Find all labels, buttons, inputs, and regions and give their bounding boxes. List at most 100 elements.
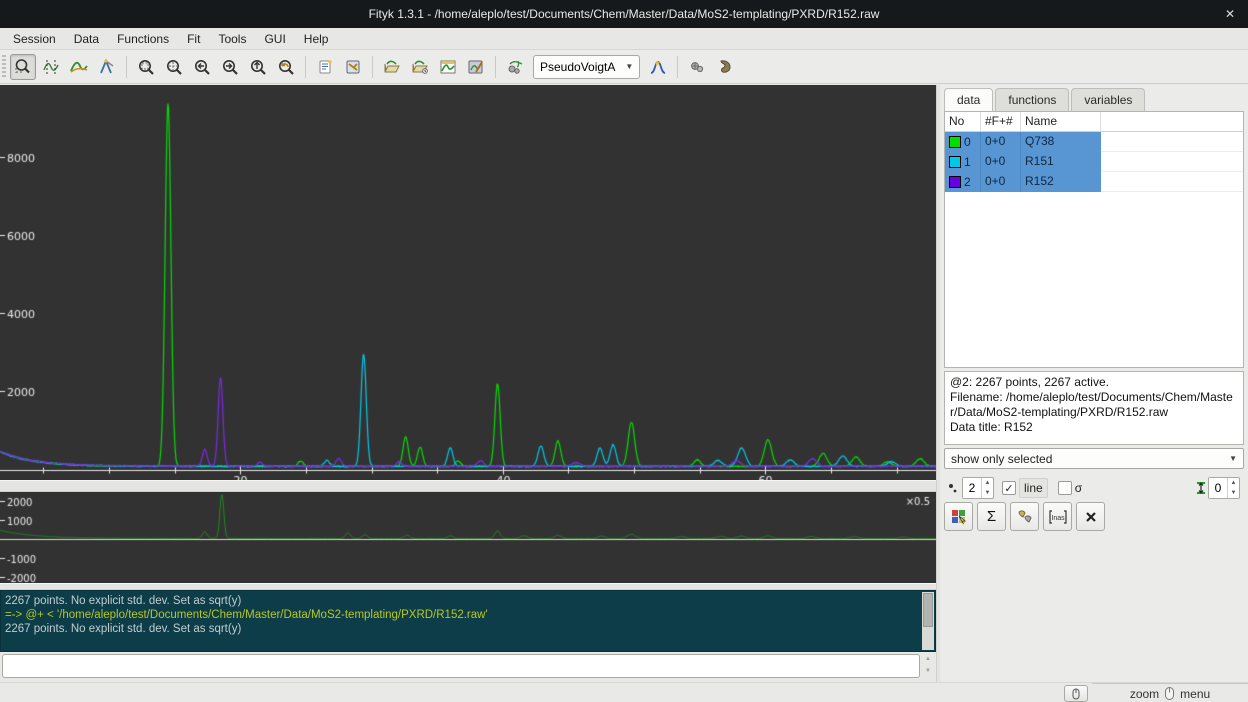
- data-range-mode-button[interactable]: [38, 54, 64, 80]
- zoom-mode-button[interactable]: [10, 54, 36, 80]
- aux-plot-canvas[interactable]: [0, 492, 936, 583]
- shift-value[interactable]: [1209, 478, 1227, 498]
- sum-button[interactable]: Σ: [977, 502, 1006, 531]
- data-title-button[interactable]: Inas: [1043, 502, 1072, 531]
- fityk-window: Fityk 1.3.1 - /home/aleplo/test/Document…: [0, 0, 1248, 702]
- status-bar: zoom menu: [0, 682, 1248, 702]
- column-header-f[interactable]: #F+#: [981, 112, 1021, 131]
- open-recent-button[interactable]: [407, 54, 433, 80]
- zoom-fit-button[interactable]: [161, 54, 187, 80]
- open-data-icon: [383, 58, 401, 76]
- dataset-f-count: 0+0: [981, 152, 1021, 172]
- status-config-button[interactable]: [1064, 685, 1088, 702]
- zoom-right-icon: [221, 58, 239, 76]
- menu-bar: Session Data Functions Fit Tools GUI Hel…: [0, 28, 1248, 50]
- console-splitter[interactable]: [0, 583, 936, 590]
- arrow-up-icon[interactable]: ▲: [1228, 478, 1239, 488]
- column-header-name[interactable]: Name: [1021, 112, 1101, 131]
- close-icon[interactable]: ✕: [1222, 6, 1238, 22]
- menu-session[interactable]: Session: [4, 30, 65, 48]
- menu-data[interactable]: Data: [65, 30, 108, 48]
- main-plot-canvas[interactable]: [0, 85, 936, 480]
- data-range-mode-icon: [42, 58, 60, 76]
- arrow-down-icon[interactable]: ▼: [1228, 488, 1239, 498]
- toolbar-separator: [305, 56, 306, 78]
- shift-spinner[interactable]: ▲▼: [1208, 477, 1240, 499]
- toolbar-separator: [677, 56, 678, 78]
- color-grid-icon: [950, 508, 968, 526]
- fit-run-button[interactable]: [712, 54, 738, 80]
- data-transform-button[interactable]: [502, 54, 528, 80]
- zoom-all-icon: [137, 58, 155, 76]
- script-editor-button[interactable]: [463, 54, 489, 80]
- table-row[interactable]: 0 0+0 Q738: [945, 132, 1243, 152]
- background-mode-button[interactable]: [66, 54, 92, 80]
- open-data-button[interactable]: [379, 54, 405, 80]
- tab-variables[interactable]: variables: [1071, 88, 1145, 111]
- show-filter-value: show only selected: [951, 452, 1052, 466]
- gui-config-button[interactable]: [340, 54, 366, 80]
- delete-dataset-button[interactable]: [1076, 502, 1105, 531]
- console-line: =-> @+ < '/home/aleplo/test/Documents/Ch…: [5, 608, 919, 622]
- zoom-left-button[interactable]: [189, 54, 215, 80]
- tab-functions[interactable]: functions: [995, 88, 1069, 111]
- menu-gui[interactable]: GUI: [255, 30, 294, 48]
- output-console: 2267 points. No explicit std. dev. Set a…: [0, 590, 936, 652]
- console-scrollbar[interactable]: [922, 592, 934, 650]
- menu-functions[interactable]: Functions: [108, 30, 178, 48]
- table-row[interactable]: 1 0+0 R151: [945, 152, 1243, 172]
- zoom-back-icon: [277, 58, 295, 76]
- log-button[interactable]: [312, 54, 338, 80]
- zoom-vertical-button[interactable]: [245, 54, 271, 80]
- menu-tools[interactable]: Tools: [209, 30, 255, 48]
- dataset-f-count: 0+0: [981, 132, 1021, 152]
- zoom-all-button[interactable]: [133, 54, 159, 80]
- line-checkbox[interactable]: [1002, 481, 1016, 495]
- zoom-right-button[interactable]: [217, 54, 243, 80]
- dataset-table-header: No #F+# Name: [945, 112, 1243, 132]
- zoom-back-button[interactable]: [273, 54, 299, 80]
- toolbar-drag-handle[interactable]: [2, 55, 6, 79]
- dataset-controls: ▲▼ line σ ▲▼: [944, 475, 1244, 501]
- plot-splitter[interactable]: [0, 480, 936, 492]
- sigma-checkbox[interactable]: [1058, 481, 1072, 495]
- zoom-hint-label: zoom: [1130, 687, 1159, 701]
- data-editor-icon: [439, 58, 457, 76]
- data-editor-button[interactable]: [435, 54, 461, 80]
- data-colors-button[interactable]: [944, 502, 973, 531]
- command-input-row: ▲▼: [0, 654, 936, 680]
- chevron-down-icon: ▼: [1229, 454, 1237, 463]
- console-line: 2267 points. No explicit std. dev. Set a…: [5, 594, 919, 608]
- data-operations-button[interactable]: [1010, 502, 1039, 531]
- point-size-spinner[interactable]: ▲▼: [962, 477, 994, 499]
- dataset-number: 0: [964, 135, 971, 149]
- arrow-down-icon[interactable]: ▼: [921, 666, 935, 678]
- dataset-number: 2: [964, 175, 971, 189]
- show-filter-select[interactable]: show only selected ▼: [944, 448, 1244, 469]
- dataset-color-swatch[interactable]: [949, 136, 961, 148]
- console-scrollbar-thumb[interactable]: [923, 593, 933, 627]
- menu-help[interactable]: Help: [295, 30, 338, 48]
- info-points: @2: 2267 points, 2267 active.: [950, 375, 1238, 390]
- dataset-color-swatch[interactable]: [949, 176, 961, 188]
- menu-fit[interactable]: Fit: [178, 30, 209, 48]
- function-type-select[interactable]: PseudoVoigtA ▼: [533, 55, 640, 79]
- add-peak-button[interactable]: [645, 54, 671, 80]
- point-size-value[interactable]: [963, 478, 981, 498]
- dataset-info-panel: @2: 2267 points, 2267 active. Filename: …: [944, 371, 1244, 445]
- table-row[interactable]: 2 0+0 R152: [945, 172, 1243, 192]
- dataset-color-swatch[interactable]: [949, 156, 961, 168]
- function-type-value: PseudoVoigtA: [540, 60, 615, 74]
- arrow-up-icon[interactable]: ▲: [921, 654, 935, 666]
- tab-data[interactable]: data: [944, 88, 993, 111]
- arrow-down-icon[interactable]: ▼: [982, 488, 993, 498]
- add-peak-mode-icon: [98, 58, 116, 76]
- add-peak-mode-button[interactable]: [94, 54, 120, 80]
- column-header-no[interactable]: No: [945, 112, 981, 131]
- command-input[interactable]: [2, 654, 920, 678]
- command-history-spinner[interactable]: ▲▼: [921, 654, 935, 678]
- fit-undo-button[interactable]: [684, 54, 710, 80]
- data-operations-icon: [1016, 508, 1034, 526]
- arrow-up-icon[interactable]: ▲: [982, 478, 993, 488]
- sidebar: data functions variables No #F+# Name 0 …: [940, 85, 1248, 682]
